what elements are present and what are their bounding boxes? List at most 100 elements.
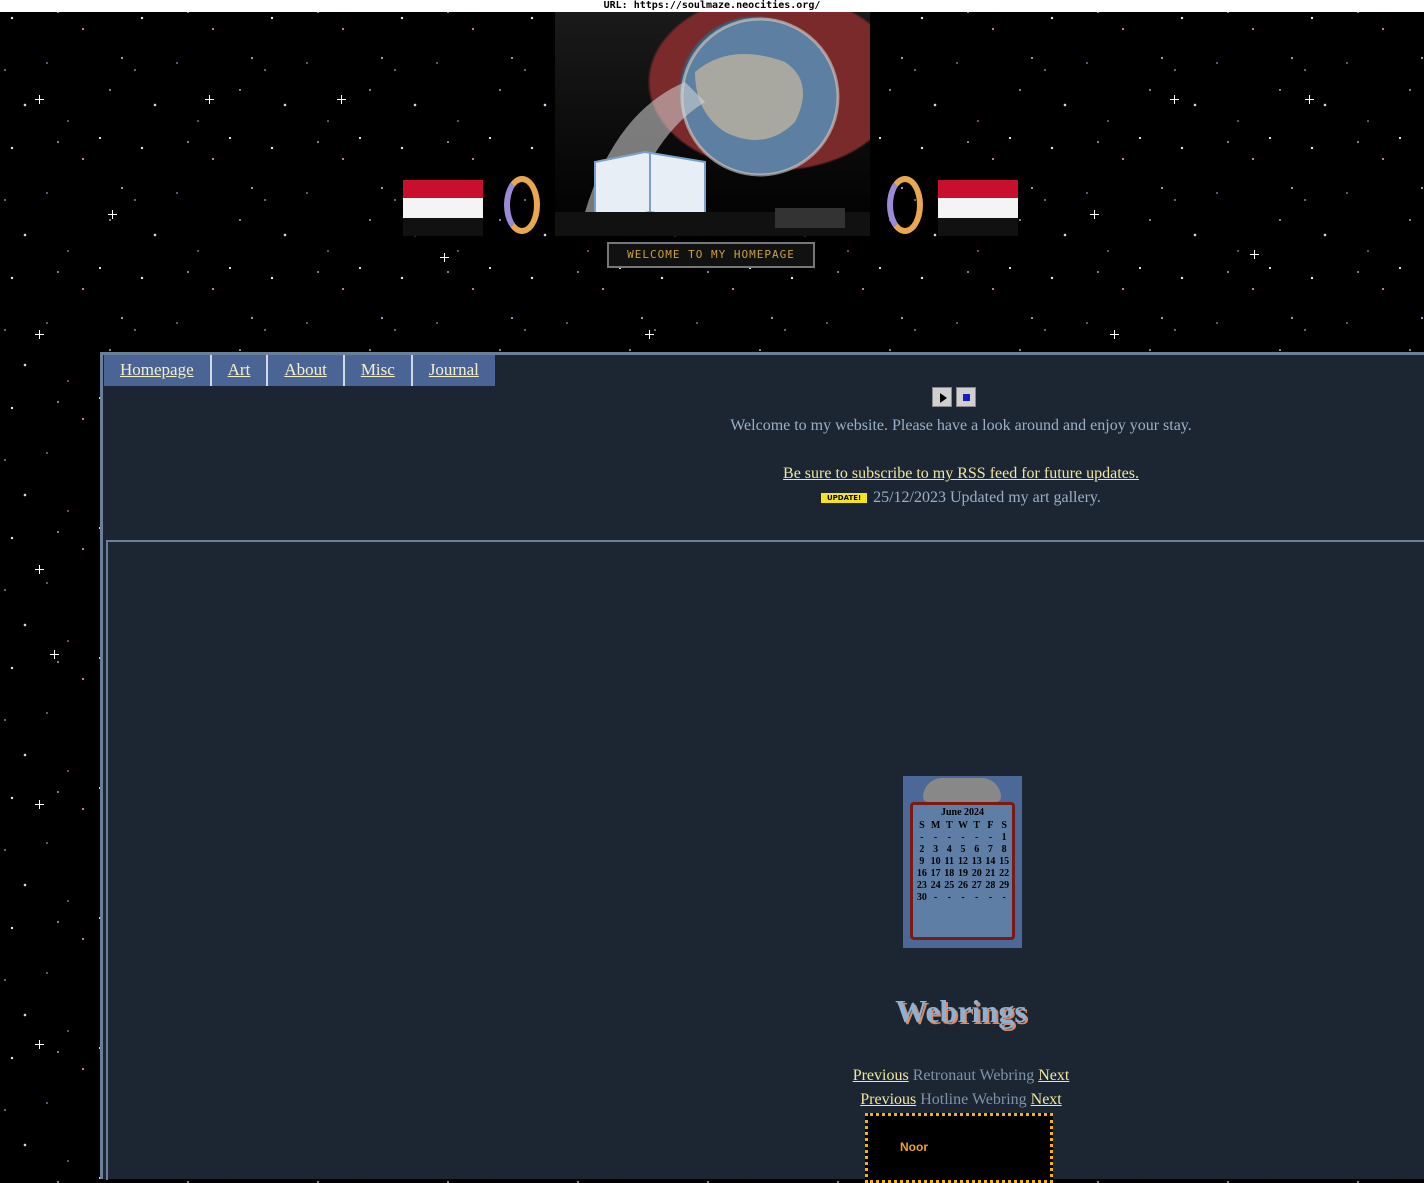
main-panel: Homepage Art About Misc Journal Welcome … bbox=[100, 352, 1424, 1183]
nav-item-misc[interactable]: Misc bbox=[345, 355, 413, 386]
calendar-cell: 4 bbox=[946, 844, 952, 855]
calendar-cell: 22 bbox=[999, 868, 1010, 879]
calendar-cell: 19 bbox=[957, 868, 968, 879]
webring-previous-link[interactable]: Previous bbox=[853, 1067, 909, 1084]
calendar-cell: - bbox=[947, 892, 951, 903]
calendar-cell: 17 bbox=[930, 868, 941, 879]
welcome-text: Welcome to my website. Please have a loo… bbox=[730, 417, 1192, 434]
calendar-day-header: F bbox=[987, 820, 994, 831]
noor-label: Noor bbox=[900, 1140, 928, 1154]
update-text: 25/12/2023 Updated my art gallery. bbox=[873, 489, 1101, 506]
calendar-widget: June 2024 S M T W T F S - - - - - - 1 2 bbox=[903, 776, 1022, 948]
calendar-cell: 28 bbox=[985, 880, 996, 891]
calendar-day-header: M bbox=[930, 820, 941, 831]
calendar-cell: 29 bbox=[999, 880, 1010, 891]
earth-book-illustration bbox=[555, 17, 870, 236]
rss-link[interactable]: Be sure to subscribe to my RSS feed for … bbox=[783, 465, 1139, 482]
star-icon bbox=[35, 565, 44, 574]
star-icon bbox=[1305, 95, 1314, 104]
star-icon bbox=[35, 95, 44, 104]
calendar-day-header: T bbox=[945, 820, 953, 831]
star-icon bbox=[35, 330, 44, 339]
calendar-cell: - bbox=[988, 892, 993, 903]
nav-item-journal[interactable]: Journal bbox=[413, 355, 495, 386]
calendar-day-header: S bbox=[1001, 820, 1007, 831]
calendar-grid: S M T W T F S - - - - - - 1 2 3 4 5 6 7 … bbox=[915, 820, 1011, 903]
stop-icon bbox=[963, 394, 970, 401]
calendar-cell: - bbox=[975, 832, 979, 843]
webring-next-link[interactable]: Next bbox=[1038, 1067, 1069, 1084]
webring-row: Previous Retronaut Webring Next bbox=[103, 1067, 1424, 1085]
star-icon bbox=[1090, 210, 1099, 219]
calendar-cell: 27 bbox=[971, 880, 982, 891]
welcome-marquee: WELCOME TO MY HOMEPAGE bbox=[607, 242, 815, 268]
calendar-cell: - bbox=[1002, 892, 1006, 903]
nav-item-homepage[interactable]: Homepage bbox=[104, 355, 212, 386]
stop-button[interactable] bbox=[956, 387, 976, 407]
calendar-cell: 1 bbox=[1001, 832, 1007, 843]
calendar-cell: 21 bbox=[985, 868, 996, 879]
noor-widget[interactable]: Noor bbox=[865, 1113, 1053, 1183]
star-icon bbox=[1170, 95, 1179, 104]
calendar-cell: 24 bbox=[930, 880, 941, 891]
calendar-cell: 9 bbox=[919, 856, 925, 867]
calendar-title: June 2024 bbox=[940, 807, 985, 818]
calendar-cell: - bbox=[975, 892, 979, 903]
calendar-cell: 23 bbox=[916, 880, 927, 891]
spinning-ring-icon bbox=[887, 176, 923, 234]
webring-name: Hotline Webring bbox=[920, 1091, 1027, 1108]
star-icon bbox=[35, 1040, 44, 1049]
play-button[interactable] bbox=[932, 387, 952, 407]
star-icon bbox=[35, 800, 44, 809]
egypt-flag-icon bbox=[403, 180, 483, 236]
webring-next-link[interactable]: Next bbox=[1031, 1091, 1062, 1108]
calendar-cell: 16 bbox=[916, 868, 927, 879]
calendar-cell: 14 bbox=[985, 856, 996, 867]
nav-item-about[interactable]: About bbox=[268, 355, 345, 386]
update-line: UPDATE! 25/12/2023 Updated my art gallery… bbox=[103, 489, 1424, 507]
calendar-cell: 25 bbox=[944, 880, 955, 891]
webring-name: Retronaut Webring bbox=[912, 1067, 1035, 1084]
star-icon bbox=[337, 95, 346, 104]
star-icon bbox=[1110, 330, 1119, 339]
calendar-cell: 6 bbox=[974, 844, 980, 855]
calendar-day-header: W bbox=[957, 820, 968, 831]
url-bar: URL: https://soulmaze.neocities.org/ bbox=[0, 0, 1424, 12]
music-controls bbox=[932, 387, 976, 407]
calendar-cell: - bbox=[920, 832, 924, 843]
calendar-cell: - bbox=[961, 832, 965, 843]
header-image bbox=[555, 12, 870, 236]
calendar-cell: 11 bbox=[944, 856, 954, 867]
rss-line: Be sure to subscribe to my RSS feed for … bbox=[103, 465, 1424, 483]
calendar-cell: - bbox=[933, 892, 938, 903]
elephant-icon bbox=[923, 778, 1001, 802]
calendar-cell: - bbox=[961, 892, 965, 903]
nav-bar: Homepage Art About Misc Journal bbox=[104, 355, 495, 386]
calendar-cell: 10 bbox=[930, 856, 941, 867]
calendar-frame: June 2024 S M T W T F S - - - - - - 1 2 bbox=[910, 802, 1015, 940]
calendar-cell: 3 bbox=[933, 844, 939, 855]
egypt-flag-icon bbox=[938, 180, 1018, 236]
webring-previous-link[interactable]: Previous bbox=[860, 1091, 916, 1108]
play-icon bbox=[940, 393, 947, 403]
calendar-day-header: S bbox=[919, 820, 925, 831]
calendar-cell: 5 bbox=[960, 844, 966, 855]
star-icon bbox=[108, 210, 117, 219]
webring-row: Previous Hotline Webring Next bbox=[103, 1091, 1424, 1109]
calendar-cell: 18 bbox=[944, 868, 955, 879]
star-icon bbox=[440, 253, 449, 262]
calendar-cell: 12 bbox=[957, 856, 968, 867]
calendar-cell: 30 bbox=[916, 892, 927, 903]
calendar-cell: 2 bbox=[919, 844, 925, 855]
star-icon bbox=[50, 650, 59, 659]
calendar-cell: 15 bbox=[999, 856, 1010, 867]
spinning-ring-icon bbox=[504, 176, 540, 234]
nav-item-art[interactable]: Art bbox=[212, 355, 269, 386]
star-icon bbox=[1250, 250, 1259, 259]
calendar-cell: 7 bbox=[987, 844, 993, 855]
calendar-cell: 8 bbox=[1001, 844, 1007, 855]
calendar-cell: 20 bbox=[971, 868, 982, 879]
calendar-cell: 26 bbox=[957, 880, 968, 891]
calendar-cell: 13 bbox=[971, 856, 982, 867]
calendar-cell: - bbox=[933, 832, 938, 843]
